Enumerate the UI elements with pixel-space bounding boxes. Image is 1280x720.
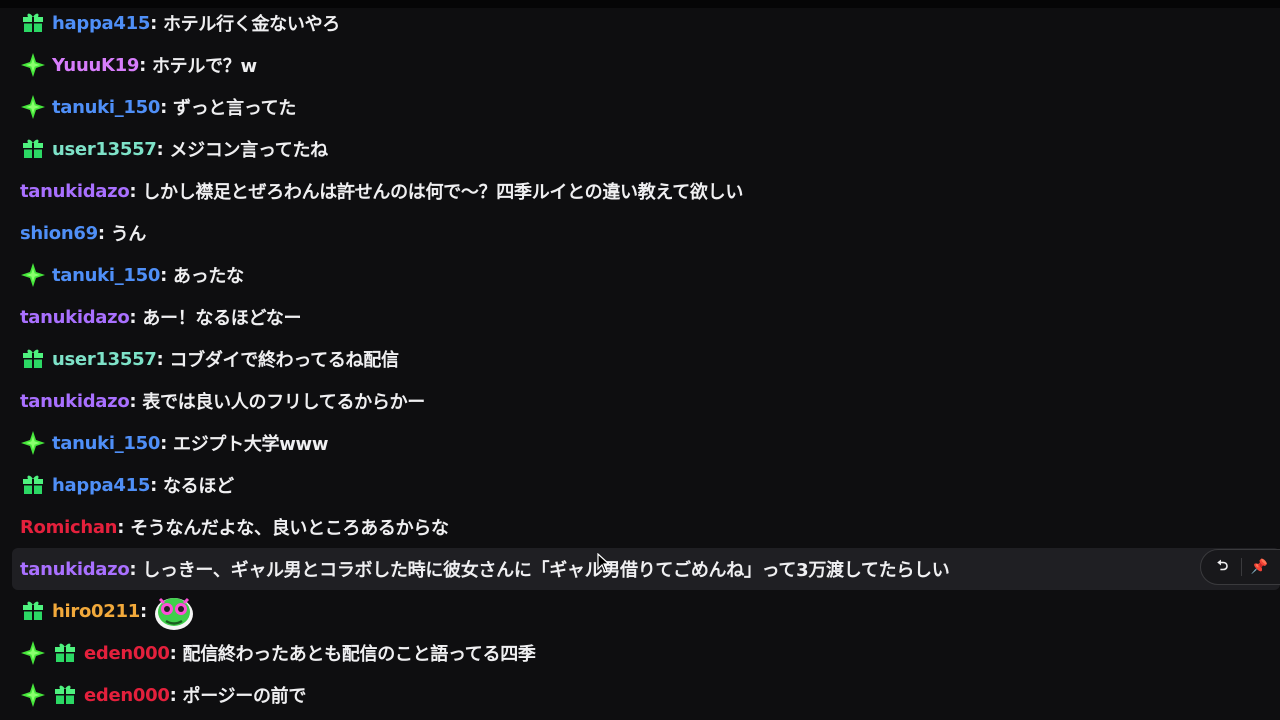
username-separator: : [117, 516, 125, 538]
chat-message[interactable]: shion69: うん [0, 212, 1280, 254]
chat-message[interactable]: happa415: なるほど [0, 464, 1280, 506]
chat-message-list: happa415: ホテル行く金ないやろ YuuuK19: ホテルで？w tanuki_… [0, 2, 1280, 716]
chat-message-text: ポージーの前で [182, 686, 307, 707]
username-separator: : [150, 474, 157, 496]
gift-icon[interactable] [20, 136, 46, 162]
gift-icon[interactable] [52, 640, 78, 666]
chat-message-text: ホテルで？w [151, 56, 257, 77]
chat-message[interactable]: eden000: ポージーの前で [0, 674, 1280, 716]
username-separator: : [139, 600, 147, 622]
username-separator: : [169, 642, 177, 664]
chat-message[interactable]: YuuuK19: ホテルで？w [0, 44, 1280, 86]
username-separator: : [156, 138, 164, 160]
chat-username[interactable]: tanukidazo [20, 307, 130, 328]
chat-message-text: うん [110, 224, 147, 245]
chat-username[interactable]: happa415 [52, 475, 150, 496]
chat-username[interactable]: tanuki_150 [52, 433, 160, 454]
chat-username[interactable]: tanuki_150 [52, 97, 160, 118]
chat-username[interactable]: tanukidazo [20, 559, 130, 580]
chat-message-text: ずっと言ってた [173, 98, 297, 119]
chat-username[interactable]: user13557 [52, 139, 157, 160]
chat-message-text: しかし襟足とぜろわんは許せんのは何で～？四季ルイとの違い教えて欲しい [142, 182, 744, 203]
chat-message-text: エジプト大学www [173, 434, 329, 455]
chat-username[interactable]: shion69 [20, 223, 98, 244]
chat-message[interactable]: tanuki_150: エジプト大学www [0, 422, 1280, 464]
chat-message[interactable]: tanukidazo: 表では良い人のフリしてるからかー [0, 380, 1280, 422]
chat-username[interactable]: hiro0211 [52, 601, 140, 622]
chat-message[interactable]: happa415: ホテル行く金ないやろ [0, 2, 1280, 44]
pin-icon[interactable]: 📌 [1247, 554, 1273, 580]
reply-icon[interactable]: ⮌ [1210, 554, 1236, 580]
username-separator: : [160, 432, 168, 454]
chat-message[interactable]: Romichan: そうなんだよな、良いところあるからな [0, 506, 1280, 548]
username-separator: : [129, 558, 137, 580]
username-separator: : [139, 54, 146, 76]
chat-username[interactable]: YuuuK19 [52, 55, 139, 76]
chat-message-text: 表では良い人のフリしてるからかー [142, 392, 425, 413]
sparkle-icon[interactable] [20, 682, 46, 708]
username-separator: : [97, 222, 105, 244]
username-separator: : [160, 96, 168, 118]
chat-username[interactable]: user13557 [52, 349, 157, 370]
chat-username[interactable]: tanukidazo [20, 391, 130, 412]
gift-icon[interactable] [52, 682, 78, 708]
chat-message[interactable]: user13557: メジコン言ってたね [0, 128, 1280, 170]
chat-message[interactable]: user13557: コブダイで終わってるね配信 [0, 338, 1280, 380]
gift-icon[interactable] [20, 346, 46, 372]
chat-message[interactable]: hiro0211: [0, 590, 1280, 632]
chat-username[interactable]: tanuki_150 [52, 265, 160, 286]
username-separator: : [129, 306, 137, 328]
chat-message-text: あー！なるほどなー [142, 308, 302, 329]
chat-message[interactable]: tanukidazo: しっきー、ギャル男とコラボした時に彼女さんに「ギャル男借り… [12, 548, 1280, 590]
gift-icon[interactable] [20, 598, 46, 624]
chat-message-text: 配信終わったあとも配信のこと語ってる四季 [182, 644, 536, 665]
sparkle-icon[interactable] [20, 640, 46, 666]
chat-message-text: ホテル行く金ないやろ [162, 14, 340, 35]
sparkle-icon[interactable] [20, 430, 46, 456]
sparkle-icon[interactable] [20, 52, 46, 78]
chat-username[interactable]: happa415 [52, 13, 150, 34]
chat-message-text: コブダイで終わってるね配信 [169, 350, 399, 371]
message-actions: ⮌ 📌 [1200, 549, 1280, 585]
mouse-cursor [597, 553, 611, 573]
gift-icon[interactable] [20, 10, 46, 36]
chat-message-text: そうなんだよな、良いところあるからな [130, 518, 449, 539]
chat-message[interactable]: tanuki_150: ずっと言ってた [0, 86, 1280, 128]
green-blob-emote[interactable] [153, 590, 195, 632]
chat-username[interactable]: eden000 [84, 643, 170, 664]
chat-username[interactable]: Romichan [20, 517, 118, 538]
chat-message-text: あったな [173, 266, 244, 287]
username-separator: : [150, 12, 157, 34]
chat-message[interactable]: tanuki_150: あったな [0, 254, 1280, 296]
chat-username[interactable]: tanukidazo [20, 181, 130, 202]
chat-message[interactable]: eden000: 配信終わったあとも配信のこと語ってる四季 [0, 632, 1280, 674]
gift-icon[interactable] [20, 472, 46, 498]
chat-username[interactable]: eden000 [84, 685, 170, 706]
username-separator: : [156, 348, 164, 370]
chat-message[interactable]: tanukidazo: あー！なるほどなー [0, 296, 1280, 338]
sparkle-icon[interactable] [20, 94, 46, 120]
actions-divider [1240, 558, 1242, 576]
username-separator: : [160, 264, 168, 286]
chat-message-text: なるほど [162, 476, 234, 497]
chat-message-text: しっきー、ギャル男とコラボした時に彼女さんに「ギャル男借りてごめんね」って3万渡… [142, 560, 950, 581]
username-separator: : [129, 180, 137, 202]
chat-message-text: メジコン言ってたね [169, 140, 328, 161]
sparkle-icon[interactable] [20, 262, 46, 288]
chat-message[interactable]: tanukidazo: しかし襟足とぜろわんは許せんのは何で～？四季ルイとの違い教… [0, 170, 1280, 212]
username-separator: : [129, 390, 137, 412]
username-separator: : [169, 684, 177, 706]
